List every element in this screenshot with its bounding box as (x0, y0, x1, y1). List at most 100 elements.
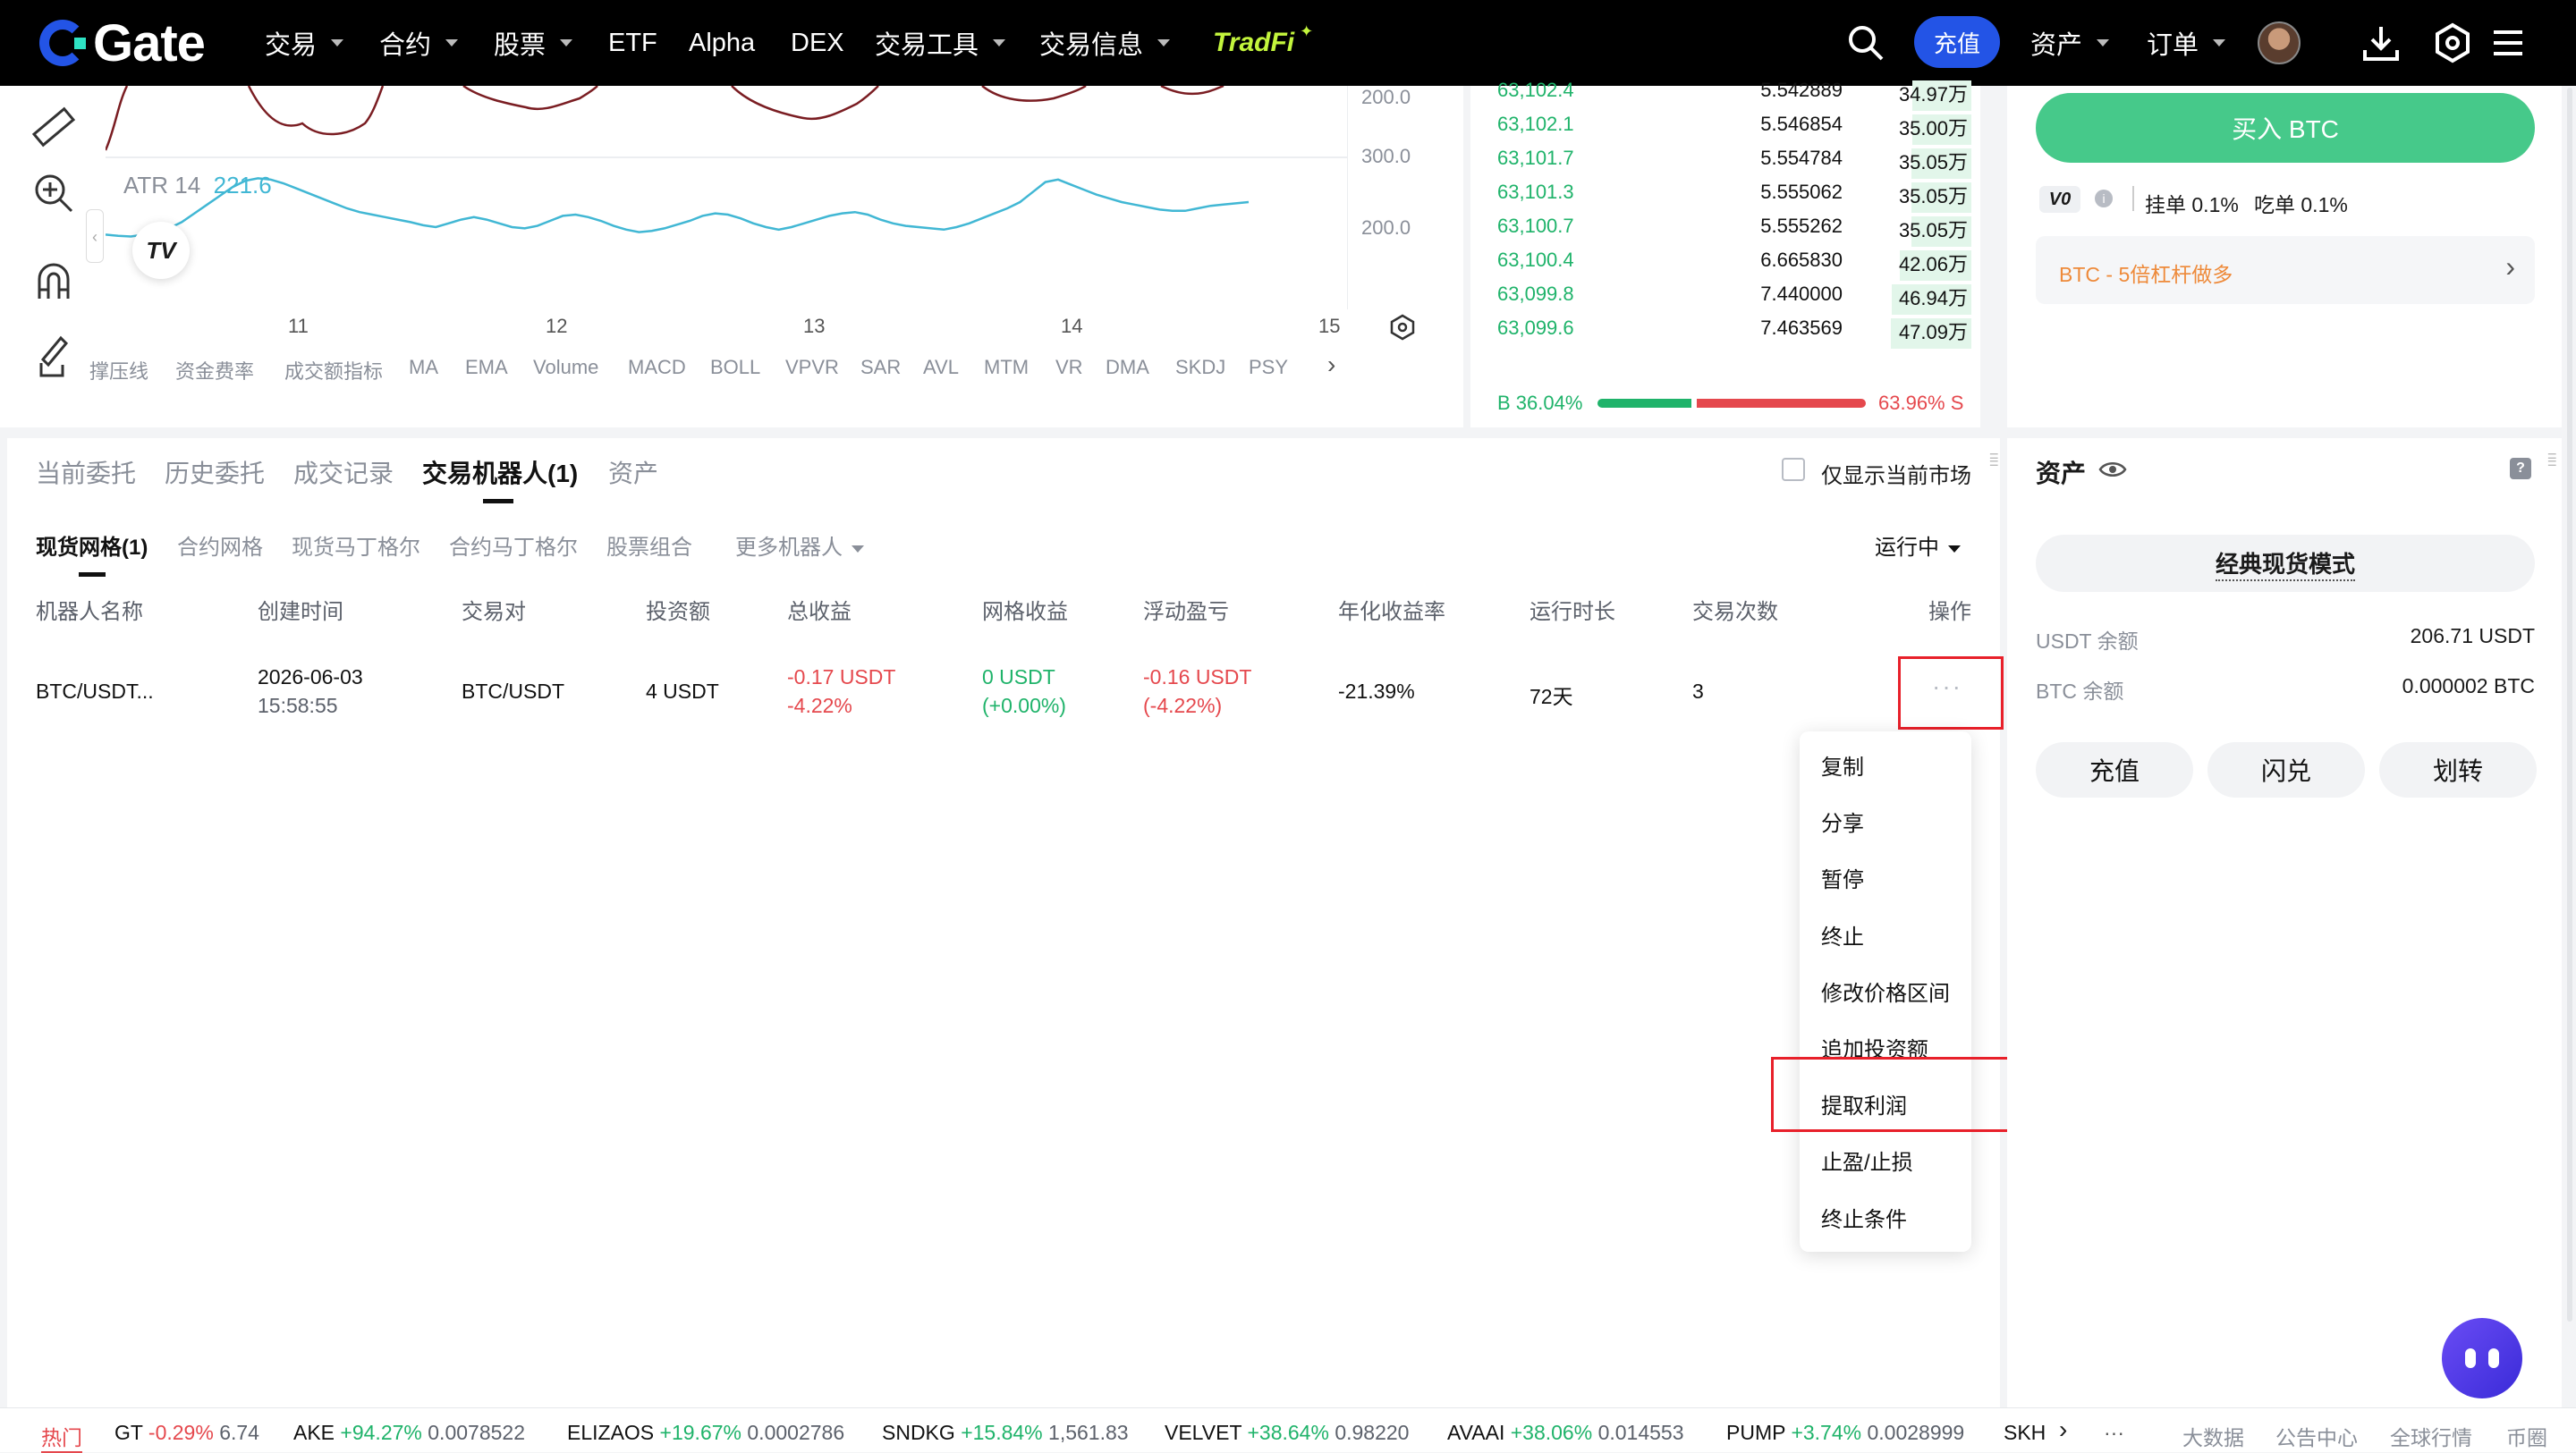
link-announcements[interactable]: 公告中心 (2275, 1421, 2358, 1451)
gate-logo[interactable]: Gate (39, 14, 206, 72)
indicator-tab[interactable]: 成交额指标 (284, 356, 383, 384)
nav-orders[interactable]: 订单 (2147, 0, 2226, 86)
tab-trade-history[interactable]: 成交记录 (293, 454, 394, 490)
menu-item-copy[interactable]: 复制 (1821, 749, 1864, 781)
orderbook-row[interactable]: 63,100.4 6.665830 42.06万 (1497, 249, 1971, 283)
drag-handle-icon[interactable]: = = (1989, 448, 1999, 471)
collapse-toolbar-button[interactable]: ‹ (86, 209, 104, 263)
tab-open-orders[interactable]: 当前委托 (36, 454, 136, 490)
current-market-checkbox[interactable] (1782, 458, 1805, 481)
menu-item-share[interactable]: 分享 (1821, 806, 1864, 837)
ticker-item[interactable]: ELIZAOS +19.67% 0.0002786 (567, 1421, 844, 1445)
magnet-icon[interactable] (34, 263, 73, 302)
nav-tradfi[interactable]: TradFi ✦ (1213, 0, 1313, 86)
download-icon[interactable] (2361, 23, 2401, 63)
status-filter-dropdown[interactable]: 运行中 (1875, 529, 1961, 561)
menu-item-tp-sl[interactable]: 止盈/止损 (1821, 1145, 1913, 1176)
nav-stocks[interactable]: 股票 (494, 0, 573, 86)
info-icon[interactable]: i (2095, 190, 2113, 207)
eye-icon[interactable] (2098, 460, 2127, 479)
nav-trading-info[interactable]: 交易信息 (1039, 0, 1171, 86)
menu-icon[interactable] (2492, 27, 2524, 59)
tab-trading-bots[interactable]: 交易机器人(1) (422, 454, 578, 490)
ticker-item[interactable]: AVAAI +38.06% 0.014553 (1447, 1421, 1684, 1445)
vip-badge[interactable]: V0 (2039, 186, 2080, 213)
pencil-lock-icon[interactable] (34, 333, 73, 379)
nav-dex[interactable]: DEX (791, 0, 844, 86)
subtab-more-bots[interactable]: 更多机器人 (735, 529, 864, 561)
orderbook-row[interactable]: 63,100.7 5.555262 35.05万 (1497, 215, 1971, 249)
buy-btc-button[interactable]: 买入 BTC (2036, 93, 2535, 163)
indicator-tab[interactable]: MTM (984, 356, 1029, 379)
zoom-in-icon[interactable] (32, 172, 75, 215)
bot-name[interactable]: BTC/USDT... (36, 680, 154, 704)
tab-order-history[interactable]: 历史委托 (165, 454, 265, 490)
orderbook-row[interactable]: 63,102.1 5.546854 35.00万 (1497, 113, 1971, 147)
indicator-tab[interactable]: MACD (628, 356, 686, 379)
help-icon[interactable]: ? (2510, 458, 2531, 479)
page-scrollbar[interactable] (2567, 88, 2572, 1322)
deposit-button[interactable]: 充值 (1914, 16, 2000, 68)
indicator-tab[interactable]: SAR (860, 356, 901, 379)
search-icon[interactable] (1846, 23, 1885, 63)
nav-trading-tools[interactable]: 交易工具 (875, 0, 1006, 86)
link-global-markets[interactable]: 全球行情 (2390, 1421, 2472, 1451)
convert-button[interactable]: 闪兑 (2207, 742, 2365, 798)
drag-handle-icon[interactable]: = = (2547, 448, 2557, 471)
menu-item-stop[interactable]: 终止 (1821, 919, 1864, 950)
ticker-item[interactable]: GT -0.29% 6.74 (114, 1421, 259, 1445)
ticker-item[interactable]: AKE +94.27% 0.0078522 (293, 1421, 525, 1445)
spot-mode-selector[interactable]: 经典现货模式 (2036, 535, 2535, 592)
support-chat-button[interactable] (2442, 1318, 2522, 1398)
indicator-tab[interactable]: Volume (533, 356, 598, 379)
indicator-tab[interactable]: BOLL (710, 356, 760, 379)
subtab-spot-grid[interactable]: 现货网格(1) (36, 529, 148, 561)
indicator-tab[interactable]: 撑压线 (89, 356, 148, 384)
indicator-tab[interactable]: 资金费率 (175, 356, 254, 384)
avatar[interactable] (2258, 21, 2301, 64)
chart-settings-icon[interactable] (1388, 313, 1417, 342)
menu-item-modify-price-range[interactable]: 修改价格区间 (1821, 976, 1950, 1007)
orderbook-row[interactable]: 63,099.6 7.463569 47.09万 (1497, 317, 1971, 351)
orderbook-row[interactable]: 63,101.3 5.555062 35.05万 (1497, 181, 1971, 215)
transfer-button[interactable]: 划转 (2379, 742, 2537, 798)
menu-item-pause[interactable]: 暂停 (1821, 862, 1864, 893)
nav-etf[interactable]: ETF (608, 0, 657, 86)
ticker-item[interactable]: VELVET +38.64% 0.98220 (1165, 1421, 1409, 1445)
ruler-icon[interactable] (30, 104, 77, 150)
orderbook-row[interactable]: 63,099.8 7.440000 46.94万 (1497, 283, 1971, 317)
more-icon[interactable]: ··· (2104, 1421, 2124, 1445)
nav-trade[interactable]: 交易 (265, 0, 344, 86)
menu-item-stop-conditions[interactable]: 终止条件 (1821, 1202, 1907, 1233)
indicator-tab[interactable]: EMA (465, 356, 508, 379)
indicator-tab[interactable]: AVL (923, 356, 959, 379)
subtab-stock-portfolio[interactable]: 股票组合 (606, 529, 692, 561)
indicator-tab[interactable]: SKDJ (1175, 356, 1225, 379)
price-chart[interactable] (106, 86, 1347, 309)
ticker-item[interactable]: SNDKG +15.84% 1,561.83 (882, 1421, 1129, 1445)
indicator-tab[interactable]: VPVR (785, 356, 839, 379)
chevron-right-icon[interactable]: › (2059, 1415, 2067, 1444)
nav-alpha[interactable]: Alpha (689, 0, 755, 86)
orderbook-row[interactable]: 63,102.4 5.542889 34.97万 (1497, 79, 1971, 113)
chevron-right-icon[interactable]: › (1327, 351, 1335, 379)
link-big-data[interactable]: 大数据 (2182, 1421, 2244, 1451)
indicator-tab[interactable]: MA (409, 356, 438, 379)
nav-assets[interactable]: 资产 (2030, 0, 2110, 86)
ticker-item[interactable]: SKH (2004, 1421, 2046, 1445)
indicator-tab[interactable]: DMA (1106, 356, 1149, 379)
subtab-futures-martingale[interactable]: 合约马丁格尔 (449, 529, 578, 561)
tradingview-logo[interactable]: TV (132, 222, 190, 279)
leverage-promo-banner[interactable]: BTC - 5倍杠杆做多 › (2036, 236, 2535, 304)
nav-futures[interactable]: 合约 (379, 0, 459, 86)
link-crypto-circle[interactable]: 币圈 (2506, 1421, 2565, 1451)
indicator-tab[interactable]: PSY (1249, 356, 1288, 379)
ticker-item[interactable]: PUMP +3.74% 0.0028999 (1726, 1421, 1964, 1445)
orderbook-row[interactable]: 63,101.7 5.554784 35.05万 (1497, 147, 1971, 181)
indicator-tab[interactable]: VR (1055, 356, 1083, 379)
settings-icon[interactable] (2433, 21, 2472, 64)
subtab-futures-grid[interactable]: 合约网格 (177, 529, 263, 561)
asset-deposit-button[interactable]: 充值 (2036, 742, 2193, 798)
subtab-spot-martingale[interactable]: 现货马丁格尔 (292, 529, 420, 561)
tab-assets[interactable]: 资产 (608, 454, 658, 490)
